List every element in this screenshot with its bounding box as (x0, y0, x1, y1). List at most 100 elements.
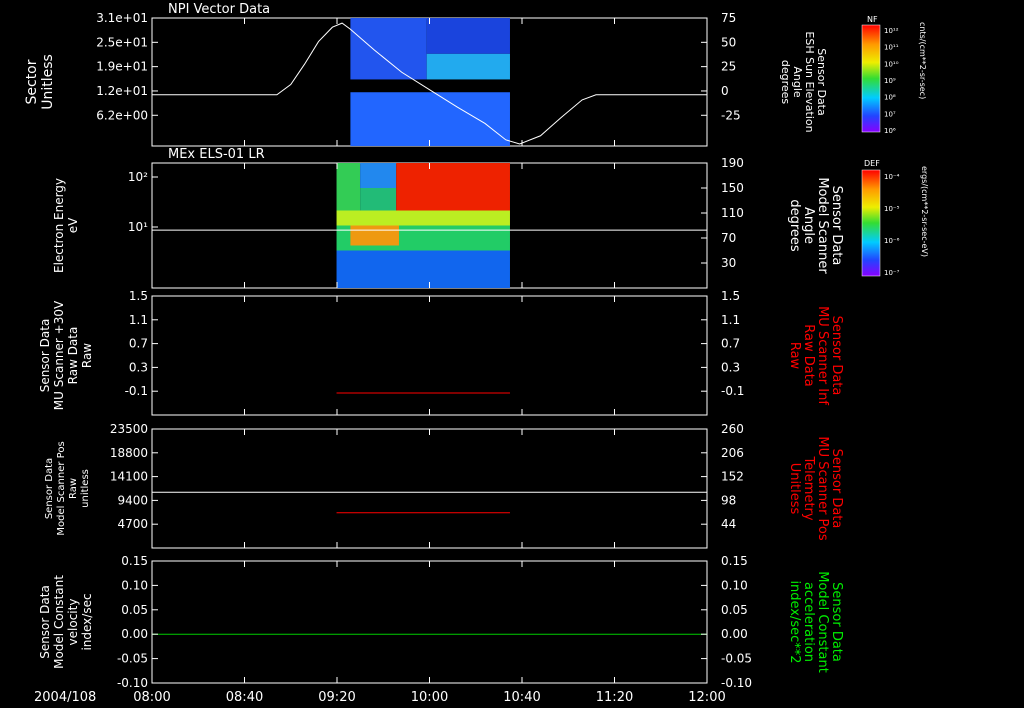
y-axis-label-line: Model Constant (815, 571, 830, 673)
colorbar-tick-label: 10⁻⁴ (884, 173, 900, 181)
heatmap-block (350, 225, 399, 246)
series-layer (152, 491, 707, 514)
y-tick-label: 1.1 (721, 313, 740, 327)
y-tick-label: 70 (721, 231, 736, 245)
y-axis-label-line: Sensor Data (829, 186, 844, 266)
y-axis-label-line: unitless (80, 469, 91, 508)
y-tick-label: 0.3 (721, 360, 740, 374)
y-tick-label: 190 (721, 156, 744, 170)
colorbar-tick-label: 10¹⁰ (884, 60, 899, 68)
y-label-right: Sensor DataESH Sun ElevationAngledegrees (779, 31, 828, 132)
panel-els: MEx ELS-01 LR 10² 10¹ 190 150 110 70 30 Elect… (52, 147, 844, 289)
x-ticks (151, 296, 708, 415)
y-tick-label: 9400 (117, 493, 148, 507)
colorbar-tag: NF (867, 15, 878, 24)
time-axis: 2004/108 08:00 08:40 09:20 10:00 10:40 11:20 1… (34, 690, 726, 705)
y-axis-label-line: acceleration (801, 582, 816, 662)
x-tick-label: 08:40 (226, 690, 263, 705)
y-axis-label-line: velocity (66, 599, 80, 646)
colorbar-tick-label: 10⁹ (884, 77, 896, 85)
y-ticks-right: 0.15 0.10 0.05 0.00 -0.05 -0.10 (701, 554, 752, 690)
y-axis-label-line: Sector (24, 59, 40, 104)
y-axis-label-line: Unitless (40, 54, 56, 110)
panel-scanner-pos: 23500 18800 14100 9400 4700 260 206 152 98 44 Se… (44, 422, 844, 549)
colorbar-tick-label: 10¹¹ (884, 44, 899, 52)
heatmap-block (336, 210, 510, 226)
y-axis-label-line: Raw Data (66, 327, 80, 385)
panel-title: MEx ELS-01 LR (168, 147, 265, 162)
y-tick-label: 4700 (117, 517, 148, 531)
colorbar-ticks: 10⁻⁴ 10⁻⁵ 10⁻⁶ 10⁻⁷ (884, 173, 900, 277)
panel-model-constant: 0.150.100.050.00-0.05-0.10 0.150.100.050… (38, 554, 844, 690)
colorbar-tick-label: 10⁻⁶ (884, 237, 900, 245)
x-ticks (151, 429, 708, 548)
y-axis-label-line: Electron Energy (52, 178, 66, 273)
y-tick-label: 23500 (110, 422, 148, 436)
y-axis-label-line: Model Constant (52, 575, 66, 669)
y-tick-label: 50 (721, 35, 736, 49)
y-axis-label-line: Raw (80, 343, 94, 368)
y-axis-label-line: Sensor Data (38, 585, 52, 659)
y-tick-label: 3.1e+01 (96, 11, 148, 25)
y-axis-label-line: index/sec (80, 593, 94, 650)
y-tick-label: -0.10 (721, 676, 752, 690)
y-tick-label: 75 (721, 11, 736, 25)
y-tick-label: 1.5 (721, 289, 740, 303)
y-axis-label-line: Raw (787, 342, 802, 370)
y-tick-label: 0.7 (721, 337, 740, 351)
panel-npi: NPI Vector Data 3.1e+01 2.5e+01 1.9e+01 1.2… (24, 2, 828, 147)
y-axis-label-line: Unitless (787, 463, 802, 515)
y-axis-label-line: Raw Data (801, 324, 816, 387)
y-axis-label-line: Model Scanner (815, 177, 830, 274)
colorbar-tag: DEF (864, 159, 880, 168)
y-tick-label: 206 (721, 446, 744, 460)
y-label-right: Sensor DataMU Scanner InfRaw DataRaw (787, 306, 844, 405)
x-ticks (151, 561, 708, 683)
y-tick-label: 1.9e+01 (96, 60, 148, 74)
colorbar-tick-label: 10⁷ (884, 110, 896, 118)
colorbar-tick-label: 10⁻⁵ (884, 205, 900, 213)
y-ticks-right: 1.5 1.1 0.7 0.3 -0.1 (701, 289, 744, 398)
y-axis-label-line: Raw (68, 478, 79, 499)
y-axis-label-line: Sensor Data (44, 458, 55, 519)
colorbar-ticks: 10¹² 10¹¹ 10¹⁰ 10⁹ 10⁸ 10⁷ 10⁶ (884, 27, 899, 135)
heatmap-block (426, 53, 510, 80)
colorbar-tick-label: 10⁻⁷ (884, 269, 900, 277)
y-label-left: Sensor Data Model Scanner Pos Raw unitless (44, 441, 91, 535)
y-axis-label-line: Angle (801, 207, 816, 244)
y-axis-label-line: Sensor Data (829, 449, 844, 529)
y-tick-label: -0.10 (117, 676, 148, 690)
y-tick-label: 0 (721, 84, 729, 98)
y-label-left: Sensor Data Model Constant velocity index/s… (38, 575, 94, 669)
colorbar-tick-label: 10⁶ (884, 127, 896, 135)
y-tick-label: 25 (721, 60, 736, 74)
y-tick-label: 1.1 (129, 313, 148, 327)
y-tick-label: -0.1 (721, 384, 744, 398)
y-label-right: Sensor DataModel Constantaccelerationind… (787, 571, 844, 673)
y-label-left: Sector Unitless (24, 54, 56, 110)
x-tick-label: 10:00 (411, 690, 448, 705)
heatmap-layer (350, 18, 510, 146)
y-tick-label: 152 (721, 470, 744, 484)
y-tick-label: -25 (721, 108, 741, 122)
plot-frame (151, 295, 708, 416)
y-axis-label-line: index/sec**2 (787, 580, 802, 663)
y-label-left: Electron Energy eV (52, 178, 80, 273)
y-tick-label: 0.05 (121, 603, 148, 617)
heatmap-block (350, 92, 510, 146)
y-tick-label: 18800 (110, 446, 148, 460)
y-tick-label: 0.05 (721, 603, 748, 617)
panel-mu-raw: 1.5 1.1 0.7 0.3 -0.1 1.5 1.1 0.7 0.3 -0.1 Sensor… (38, 289, 844, 416)
y-tick-label: 6.2e+00 (96, 108, 148, 122)
panel-title: NPI Vector Data (168, 2, 270, 17)
colorbar-tick-label: 10⁸ (884, 94, 896, 102)
y-tick-label: 44 (721, 517, 736, 531)
x-tick-label: 09:20 (318, 690, 355, 705)
heatmap-layer (336, 163, 510, 288)
heatmap-block (336, 250, 510, 288)
y-tick-label: 2.5e+01 (96, 35, 148, 49)
y-ticks-left: 23500 18800 14100 9400 4700 (110, 422, 158, 531)
y-tick-label: 110 (721, 206, 744, 220)
y-tick-label: 14100 (110, 470, 148, 484)
y-tick-label: 10¹ (128, 220, 148, 234)
